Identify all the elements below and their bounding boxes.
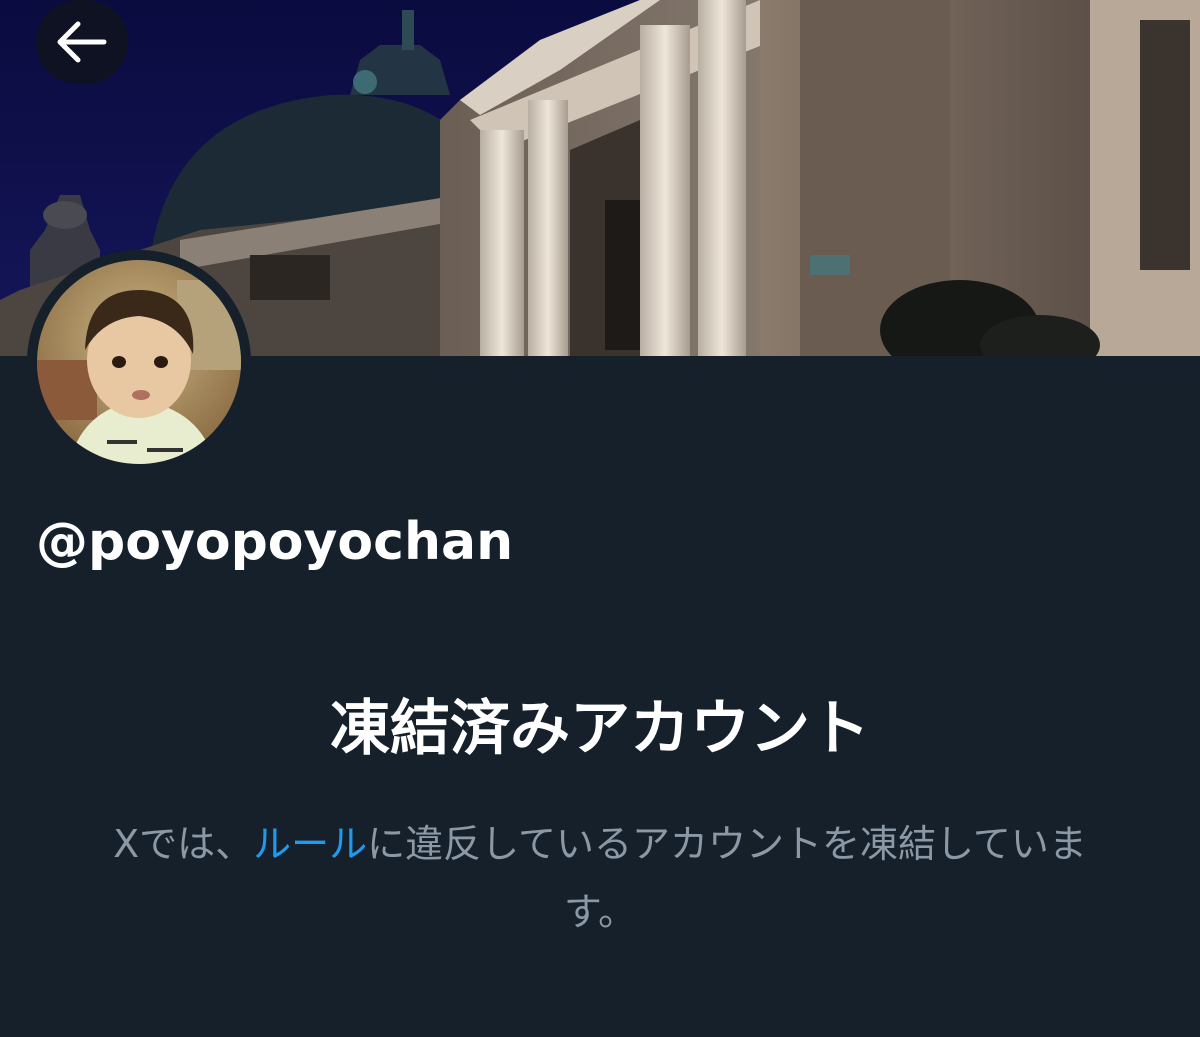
profile-avatar[interactable]: [27, 250, 251, 474]
profile-screen: @poyopoyochan 凍結済みアカウント Xでは、ルールに違反しているアカ…: [0, 0, 1200, 1037]
child-portrait-avatar: [27, 250, 251, 474]
suspension-message: Xでは、ルールに違反しているアカウントを凍結しています。: [100, 810, 1100, 946]
suspended-account-title: 凍結済みアカウント: [330, 694, 870, 764]
back-button[interactable]: [36, 0, 128, 84]
rules-link[interactable]: ルール: [253, 822, 367, 866]
message-suffix: に違反しているアカウントを凍結しています。: [367, 822, 1087, 934]
message-prefix: Xでは、: [113, 822, 254, 866]
arrow-left-icon: [57, 21, 107, 63]
profile-handle: @poyopoyochan: [36, 512, 514, 572]
